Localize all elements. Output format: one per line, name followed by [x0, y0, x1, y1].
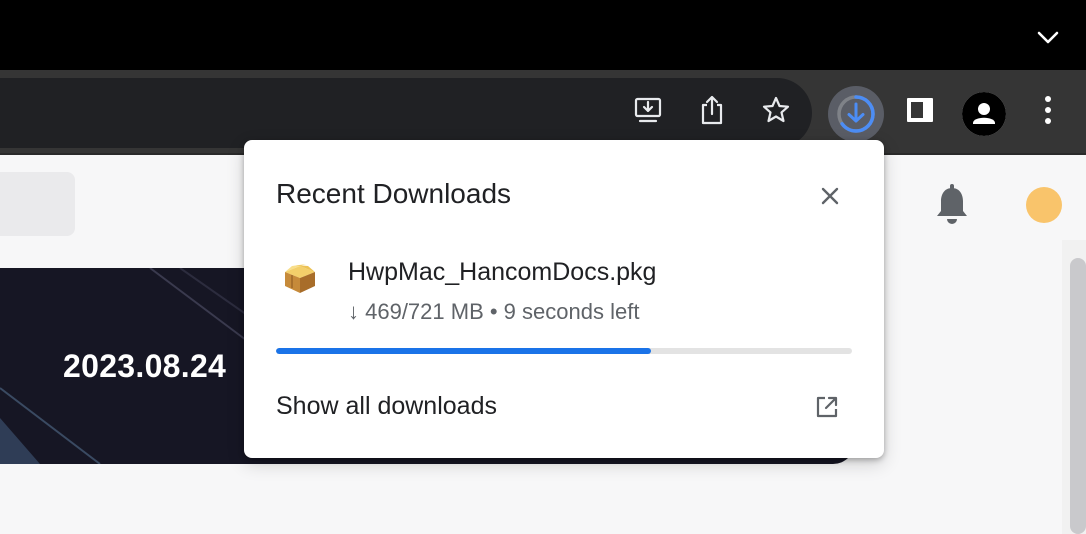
external-link-icon — [816, 396, 838, 418]
address-bar[interactable] — [0, 78, 812, 148]
download-progress-bar — [276, 348, 852, 354]
download-file-name[interactable]: HwpMac_HancomDocs.pkg — [348, 258, 656, 287]
close-button[interactable] — [816, 182, 844, 210]
notification-bell-icon[interactable] — [932, 183, 972, 227]
bookmark-star-icon — [762, 96, 790, 123]
show-all-downloads-link[interactable]: Show all downloads — [276, 392, 497, 421]
share-icon — [701, 95, 723, 125]
more-menu-button[interactable] — [1028, 90, 1068, 130]
install-app-icon — [634, 97, 662, 123]
profile-button[interactable] — [962, 92, 1006, 136]
install-app-button[interactable] — [628, 90, 668, 130]
downloads-bubble: Recent Downloads HwpMac_HancomDocs.pkg ↓… — [244, 140, 884, 458]
page-search-box[interactable] — [0, 172, 75, 236]
share-button[interactable] — [692, 90, 732, 130]
tab-search-button[interactable] — [1034, 24, 1062, 52]
chevron-down-icon — [1037, 31, 1059, 44]
package-file-icon — [285, 264, 315, 293]
download-status: ↓ 469/721 MB • 9 seconds left — [348, 299, 640, 324]
open-downloads-page-button[interactable] — [814, 394, 840, 420]
tab-strip — [0, 0, 1086, 70]
bookmark-star-button[interactable] — [756, 90, 796, 130]
close-icon — [821, 187, 839, 205]
banner-date: 2023.08.24 — [63, 348, 227, 384]
user-avatar[interactable] — [1026, 187, 1062, 223]
side-panel-button[interactable] — [900, 90, 940, 130]
downloads-icon — [837, 95, 875, 133]
scrollbar-thumb[interactable] — [1070, 258, 1086, 534]
download-progress-fill — [276, 348, 651, 354]
profile-icon — [962, 92, 1006, 136]
bubble-title: Recent Downloads — [276, 178, 512, 209]
more-menu-icon — [1045, 96, 1051, 124]
side-panel-icon — [907, 98, 933, 122]
downloads-button[interactable] — [828, 86, 884, 142]
